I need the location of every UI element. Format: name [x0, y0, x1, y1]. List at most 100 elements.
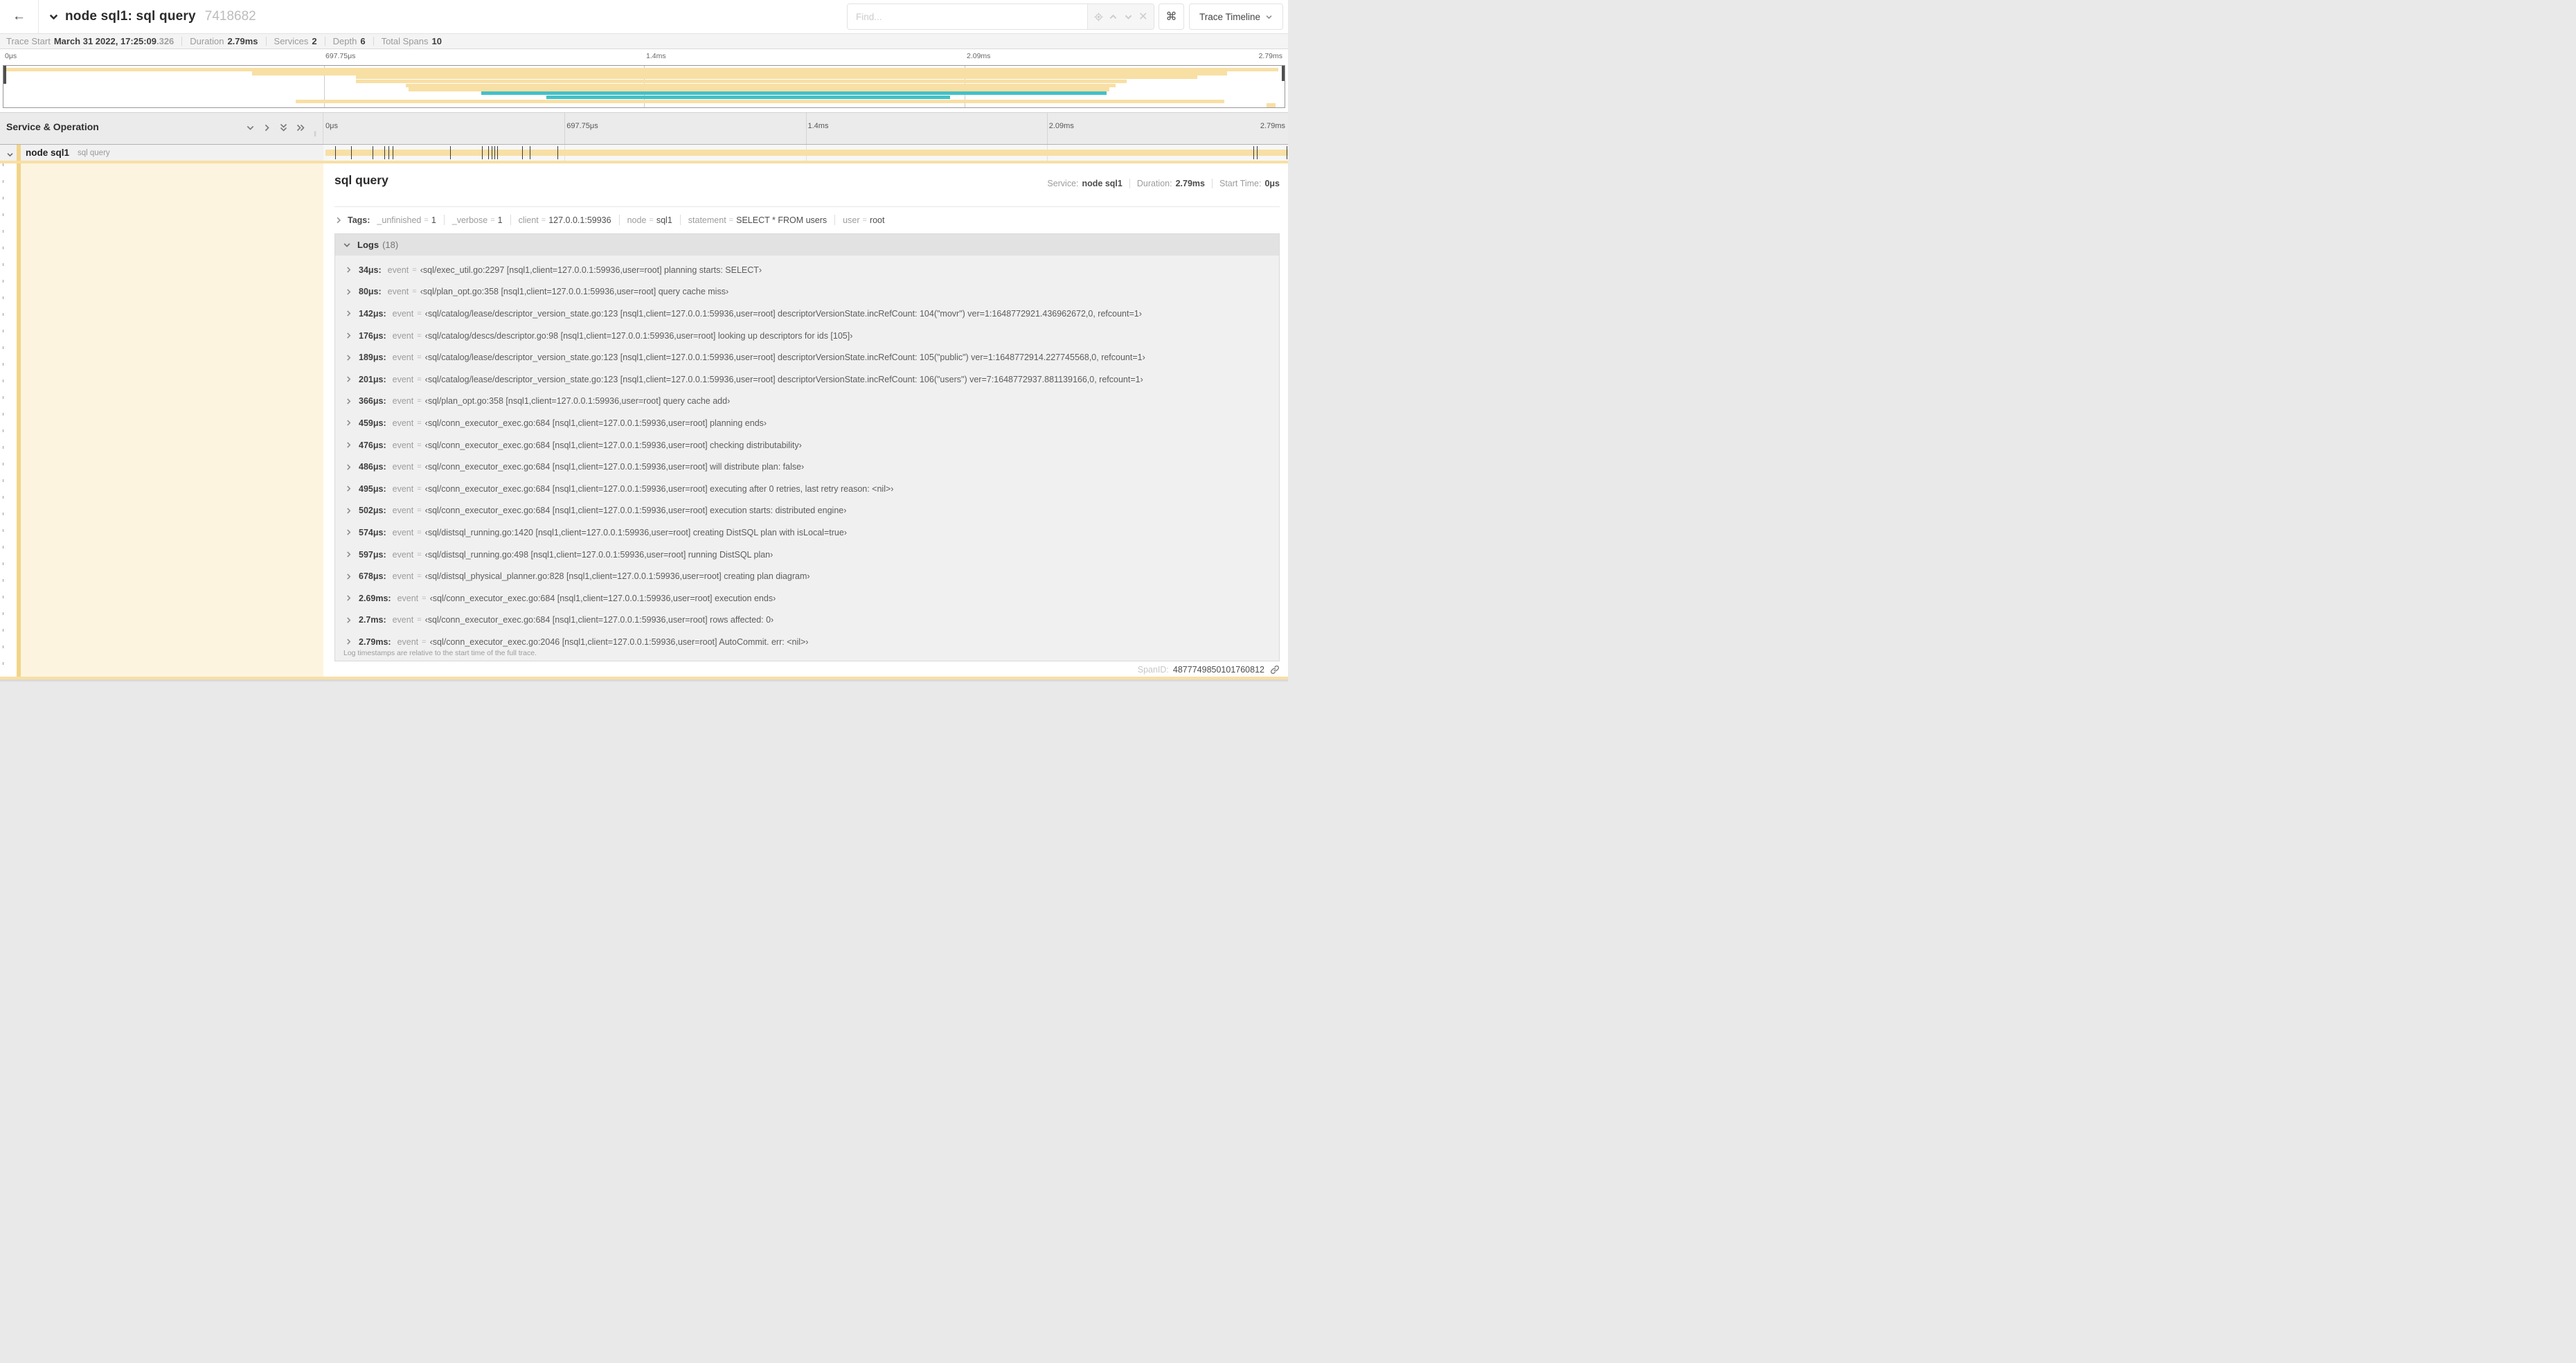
span-bar-cell[interactable]	[323, 145, 1288, 161]
log-event-key: event	[392, 615, 414, 625]
tick-label: 2.09ms	[967, 52, 991, 60]
log-entry[interactable]: 2.69ms: event = ‹sql/conn_executor_exec.…	[335, 587, 1279, 609]
trace-timeline-page: ← node sql1: sql query 7418682 ✕	[0, 0, 1288, 682]
minimap-canvas[interactable]	[3, 65, 1285, 108]
log-message: ‹sql/exec_util.go:2297 [nsql1,client=127…	[420, 265, 762, 275]
log-entry[interactable]: 80μs: event = ‹sql/plan_opt.go:358 [nsql…	[335, 281, 1279, 303]
chevron-right-icon	[347, 617, 351, 623]
log-timestamp: 502μs:	[359, 506, 386, 516]
deep-link-icon[interactable]	[1270, 665, 1280, 675]
log-entry[interactable]: 2.7ms: event = ‹sql/conn_executor_exec.g…	[335, 609, 1279, 632]
chevron-right-icon	[347, 442, 351, 448]
service-value: node sql1	[1082, 179, 1122, 188]
tick-label: 2.79ms	[1260, 122, 1285, 130]
log-timestamp: 2.69ms:	[359, 593, 391, 603]
log-message: ‹sql/distsql_physical_planner.go:828 [ns…	[424, 571, 810, 582]
log-equals: =	[417, 572, 422, 581]
span-duration-bar[interactable]	[325, 150, 1288, 156]
log-entry[interactable]: 201μs: event = ‹sql/catalog/lease/descri…	[335, 368, 1279, 391]
tick-label: 2.79ms	[1258, 52, 1282, 60]
log-equals: =	[417, 418, 422, 427]
column-resize-grip[interactable]: ‖	[314, 131, 316, 139]
clear-find-icon[interactable]: ✕	[1138, 10, 1147, 24]
log-equals: =	[422, 594, 427, 603]
span-operation-name: sql query	[78, 149, 110, 157]
timeline-ruler: 0μs 697.75μs 1.4ms 2.09ms 2.79ms	[323, 113, 1288, 144]
log-timestamp: 486μs:	[359, 462, 386, 472]
log-timestamp: 597μs:	[359, 549, 386, 560]
keyboard-shortcuts-button[interactable]: ⌘	[1159, 3, 1184, 30]
minimap-span	[355, 75, 1198, 80]
log-equals: =	[417, 506, 422, 515]
back-button[interactable]: ←	[0, 0, 39, 33]
minimap-span	[408, 87, 1109, 91]
find-prev-icon[interactable]	[1109, 12, 1118, 21]
minimap-span	[6, 67, 1278, 71]
find-input[interactable]	[848, 4, 1087, 29]
span-collapse-chevron-icon[interactable]	[6, 149, 14, 161]
range-handle-right[interactable]	[1282, 66, 1285, 81]
log-entry[interactable]: 678μs: event = ‹sql/distsql_physical_pla…	[335, 565, 1279, 587]
duration-value: 2.79ms	[227, 36, 258, 46]
detail-left-gutter	[0, 163, 17, 677]
log-entry[interactable]: 486μs: event = ‹sql/conn_executor_exec.g…	[335, 456, 1279, 478]
log-entry[interactable]: 34μs: event = ‹sql/exec_util.go:2297 [ns…	[335, 259, 1279, 281]
log-timestamp: 189μs:	[359, 353, 386, 363]
log-entry[interactable]: 574μs: event = ‹sql/distsql_running.go:1…	[335, 522, 1279, 544]
log-equals: =	[417, 331, 422, 340]
log-equals: =	[422, 637, 427, 646]
tick-label: 1.4ms	[646, 52, 666, 60]
page-header: ← node sql1: sql query 7418682 ✕	[0, 0, 1288, 33]
logs-header[interactable]: Logs (18)	[335, 234, 1279, 256]
chevron-right-icon	[347, 508, 351, 514]
log-event-key: event	[387, 265, 409, 275]
log-entry[interactable]: 495μs: event = ‹sql/conn_executor_exec.g…	[335, 478, 1279, 500]
log-entry[interactable]: 366μs: event = ‹sql/plan_opt.go:358 [nsq…	[335, 391, 1279, 413]
find-next-icon[interactable]	[1124, 12, 1133, 21]
log-message: ‹sql/conn_executor_exec.go:684 [nsql1,cl…	[424, 615, 774, 625]
minimap-span	[251, 71, 1227, 75]
service-operation-title: Service & Operation	[6, 121, 99, 132]
log-equals: =	[417, 397, 422, 406]
log-entry[interactable]: 476μs: event = ‹sql/conn_executor_exec.g…	[335, 434, 1279, 456]
log-entry[interactable]: 459μs: event = ‹sql/conn_executor_exec.g…	[335, 412, 1279, 434]
start-time-label: Start Time:	[1219, 179, 1262, 188]
duration-label: Duration:	[1136, 179, 1172, 188]
chevron-down-icon	[343, 242, 350, 247]
tags-label: Tags:	[348, 215, 370, 225]
expand-one-icon[interactable]	[262, 123, 271, 133]
chevron-right-icon	[347, 464, 351, 470]
services-value: 2	[312, 36, 317, 46]
log-timestamp: 80μs:	[359, 287, 382, 297]
logs-title: Logs	[357, 240, 379, 250]
tags-list: _unfinished = 1 _verbose = 1 client = 127.0.0.…	[377, 215, 884, 225]
log-entry[interactable]: 597μs: event = ‹sql/distsql_running.go:4…	[335, 544, 1279, 566]
logs-section: Logs (18) 34μs: event = ‹sql/exec_util.g…	[334, 233, 1280, 661]
span-name-cell[interactable]: node sql1 sql query	[0, 145, 323, 161]
log-message: ‹sql/distsql_running.go:1420 [nsql1,clie…	[424, 527, 847, 537]
tick-label: 697.75μs	[566, 122, 598, 130]
log-event-key: event	[392, 549, 414, 560]
log-message: ‹sql/conn_executor_exec.go:684 [nsql1,cl…	[424, 440, 802, 450]
log-entry[interactable]: 189μs: event = ‹sql/catalog/lease/descri…	[335, 346, 1279, 368]
log-message: ‹sql/catalog/descs/descriptor.go:98 [nsq…	[424, 330, 853, 341]
page-bottom-strip	[0, 679, 1288, 682]
view-selector-button[interactable]: Trace Timeline	[1189, 3, 1283, 30]
collapse-one-icon[interactable]	[246, 123, 255, 133]
tags-row[interactable]: Tags: _unfinished = 1 _verbose = 1 client = 12…	[334, 215, 884, 225]
log-event-key: event	[392, 330, 414, 341]
locate-icon[interactable]	[1093, 12, 1103, 21]
divider	[510, 215, 511, 225]
service-label: Service:	[1047, 179, 1079, 188]
log-entry[interactable]: 142μs: event = ‹sql/catalog/lease/descri…	[335, 303, 1279, 325]
divider	[618, 215, 620, 225]
log-marker	[350, 146, 352, 159]
expand-all-icon[interactable]	[296, 123, 306, 133]
collapse-all-icon[interactable]	[279, 123, 288, 133]
log-entry[interactable]: 502μs: event = ‹sql/conn_executor_exec.g…	[335, 500, 1279, 522]
collapse-trace-chevron-icon[interactable]	[48, 12, 59, 22]
log-entry[interactable]: 176μs: event = ‹sql/catalog/descs/descri…	[335, 325, 1279, 347]
total-spans-label: Total Spans	[381, 36, 429, 46]
range-handle-left[interactable]	[3, 66, 6, 84]
tag-item: _verbose = 1	[451, 215, 503, 225]
